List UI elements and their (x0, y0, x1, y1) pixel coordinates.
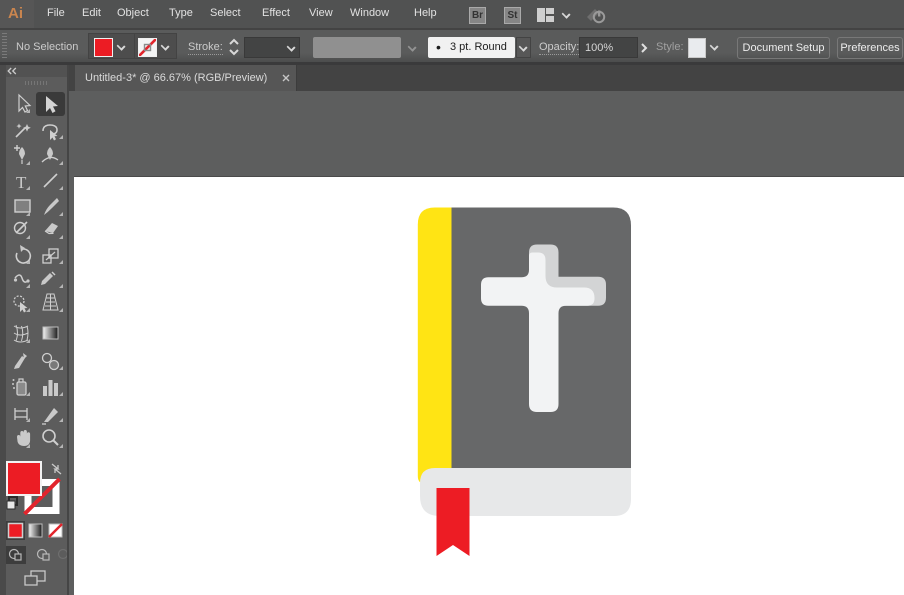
svg-text:T: T (16, 173, 27, 192)
